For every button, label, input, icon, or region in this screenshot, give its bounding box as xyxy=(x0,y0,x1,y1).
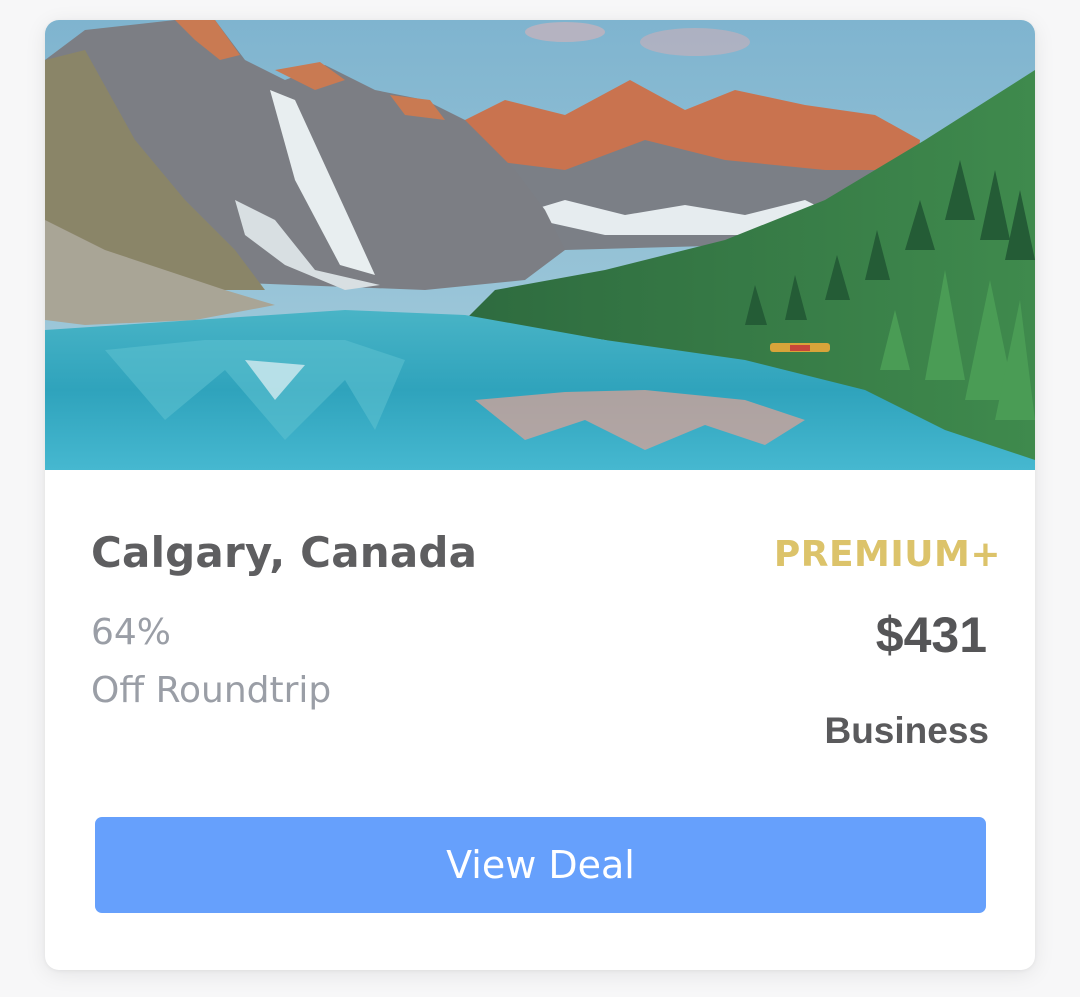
discount-percent: 64% xyxy=(91,612,172,653)
cabin-class: Business xyxy=(824,710,989,751)
destination-photo xyxy=(45,20,1035,470)
discount-label: Off Roundtrip xyxy=(91,670,332,711)
tier-badge: PREMIUM+ xyxy=(773,534,1001,575)
view-deal-button[interactable]: View Deal xyxy=(95,817,986,913)
deal-card: Calgary, Canada 64% Off Roundtrip PREMIU… xyxy=(45,20,1035,970)
price: $431 xyxy=(875,607,987,663)
destination-title: Calgary, Canada xyxy=(91,528,478,577)
